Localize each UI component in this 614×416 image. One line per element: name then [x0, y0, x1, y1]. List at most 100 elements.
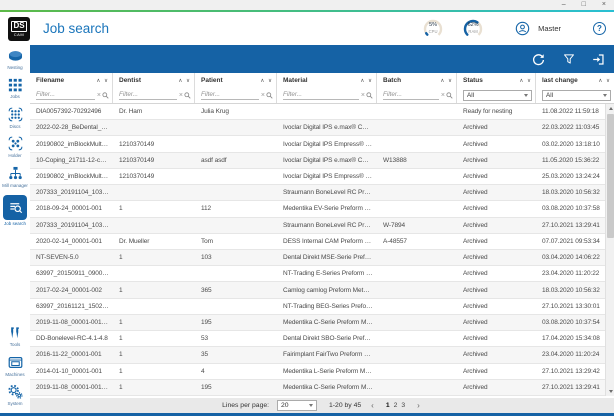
filter-input[interactable]: [201, 91, 259, 100]
window-titlebar: – □ ×: [0, 0, 614, 10]
filter-input[interactable]: [283, 91, 359, 100]
search-icon[interactable]: [184, 92, 191, 99]
cell-last_change: 27.10.2021 13:29:41: [536, 222, 614, 229]
sidebar-item-system[interactable]: System: [0, 384, 30, 407]
table-row[interactable]: 20190802_imBlockMulti_1-24-cr...12103701…: [30, 169, 614, 185]
sidebar-item-label: System: [7, 401, 22, 406]
app-window: – □ × DS CAM Job search 5% CPU: [0, 0, 614, 416]
cell-last_change: 17.04.2020 15:34:08: [536, 335, 614, 342]
search-icon[interactable]: [366, 92, 373, 99]
table-row[interactable]: 2018-09-24_00001-0011112Medentika EV-Ser…: [30, 201, 614, 217]
table-row[interactable]: 207333_20191104_1039_Batur-_S...Strauman…: [30, 185, 614, 201]
search-icon[interactable]: [102, 92, 109, 99]
table-row[interactable]: 63997_20161121_1502_Erhard_B...NT-Tradin…: [30, 299, 614, 315]
sidebar-item-holder[interactable]: Holder: [0, 136, 30, 159]
table-row[interactable]: 207333_20191104_1039_Batur-_S...Strauman…: [30, 218, 614, 234]
sort-icons[interactable]: ∧ ∨: [360, 78, 373, 84]
close-button[interactable]: ×: [602, 0, 606, 10]
filter-icon[interactable]: [561, 52, 576, 67]
cell-status: Archived: [457, 319, 536, 326]
column-label: Batch: [383, 77, 440, 84]
cell-material: Medentika L-Serie Preform Metallic D...: [277, 368, 377, 375]
cell-last_change: 18.03.2020 10:56:32: [536, 287, 614, 294]
table-row[interactable]: 2022-02-28_BeDental_Busch__00...Ivoclar …: [30, 120, 614, 136]
sidebar-item-jobs[interactable]: Jobs: [0, 77, 30, 100]
filter-input[interactable]: [119, 91, 177, 100]
search-icon[interactable]: [446, 92, 453, 99]
sort-icons[interactable]: ∧ ∨: [96, 78, 109, 84]
table-row[interactable]: 2020-02-14_00001-001Dr. MuellerTomDESS I…: [30, 234, 614, 250]
clear-filter-icon[interactable]: ×: [361, 92, 365, 99]
cell-filename: 2018-09-24_00001-001: [30, 205, 113, 212]
cell-dentist: 1: [113, 384, 195, 391]
nesting-icon: [7, 47, 23, 63]
sidebar-item-discs[interactable]: Discs: [0, 106, 30, 129]
cell-status: Archived: [457, 205, 536, 212]
table-row[interactable]: DIA0057392-70292496Dr. HamJulia KrugRead…: [30, 104, 614, 120]
table-row[interactable]: 2014-01-10_00001-00114Medentika L-Serie …: [30, 364, 614, 380]
table-row[interactable]: NT-SEVEN-5.01103Dental Direkt MSE-Serie …: [30, 250, 614, 266]
cell-status: Archived: [457, 157, 536, 164]
sidebar-item-job-search[interactable]: Job search: [0, 195, 30, 227]
sidebar-item-machines[interactable]: Machines: [0, 354, 30, 377]
sidebar-item-tools[interactable]: Tools: [0, 325, 30, 348]
scroll-up-icon[interactable]: [606, 104, 614, 113]
page-button-2[interactable]: 2: [392, 402, 400, 409]
clear-filter-icon[interactable]: ×: [179, 92, 183, 99]
next-page-button[interactable]: ›: [415, 401, 422, 410]
column-header-last_change: last change∧ ∨: [536, 73, 614, 88]
clear-filter-icon[interactable]: ×: [261, 92, 265, 99]
sort-icons[interactable]: ∧ ∨: [178, 78, 191, 84]
cell-material: Fairimplant FairTwo Preform Metallic ...: [277, 351, 377, 358]
table-row[interactable]: 10-Coping_21711-12-coping1210370149asdf …: [30, 153, 614, 169]
cell-patient: 4: [195, 368, 277, 375]
scrollbar-thumb[interactable]: [607, 114, 614, 238]
sort-icons[interactable]: ∧ ∨: [440, 78, 453, 84]
filter-select[interactable]: All: [463, 90, 532, 101]
clear-filter-icon[interactable]: ×: [441, 92, 445, 99]
lines-per-page-select[interactable]: 20: [277, 400, 317, 411]
page-button-1[interactable]: 1: [384, 402, 392, 409]
column-header-filename: Filename∧ ∨: [30, 73, 113, 88]
cell-status: Archived: [457, 189, 536, 196]
cell-dentist: 1210370149: [113, 173, 195, 180]
help-icon[interactable]: ?: [593, 22, 606, 35]
cell-dentist: 1: [113, 351, 195, 358]
minimize-button[interactable]: –: [562, 0, 566, 10]
table-row[interactable]: 2016-11-22_00001-001135Fairimplant FairT…: [30, 347, 614, 363]
cell-dentist: Dr. Mueller: [113, 238, 195, 245]
table-row[interactable]: 2017-02-24_00001-0021365Camlog camlog Pr…: [30, 282, 614, 298]
vertical-scrollbar[interactable]: [605, 104, 614, 396]
table-row[interactable]: 2019-11-08_00001-001_4.1-Caml...1195Mede…: [30, 315, 614, 331]
filter-select[interactable]: All: [542, 90, 611, 101]
sidebar-item-mill-manager[interactable]: Mill manager: [0, 165, 30, 188]
scroll-down-icon[interactable]: [606, 387, 614, 396]
sort-icons[interactable]: ∧ ∨: [598, 78, 611, 84]
cell-last_change: 03.02.2020 13:18:10: [536, 141, 614, 148]
sort-icons[interactable]: ∧ ∨: [519, 78, 532, 84]
page-button-3[interactable]: 3: [399, 402, 407, 409]
cell-batch: W13888: [377, 157, 457, 164]
cpu-gauge: 5% CPU: [421, 17, 445, 41]
user-account-icon[interactable]: [515, 21, 530, 36]
clear-filter-icon[interactable]: ×: [97, 92, 101, 99]
filter-input[interactable]: [36, 91, 95, 100]
refresh-icon[interactable]: [531, 52, 546, 67]
sort-icons[interactable]: ∧ ∨: [260, 78, 273, 84]
pagination-bar: Lines per page: 20 1-20 by 45 ‹ 123 ›: [30, 398, 614, 413]
prev-page-button[interactable]: ‹: [369, 401, 376, 410]
search-icon[interactable]: [266, 92, 273, 99]
table-row[interactable]: DD-Bonelevel-RC-4.1-4.8153Dental Direkt …: [30, 331, 614, 347]
system-icon: [7, 384, 23, 400]
column-label: Dentist: [119, 77, 178, 84]
dscam-logo: DS CAM: [8, 17, 30, 41]
table-row[interactable]: 2019-11-08_00001-001_4.1-Caml...1195Mede…: [30, 380, 614, 396]
exit-icon[interactable]: [591, 52, 606, 67]
table-row[interactable]: 20190802_imBlockMulti_1-24-cr...12103701…: [30, 136, 614, 152]
sidebar-item-nesting[interactable]: Nesting: [0, 47, 30, 70]
filter-input[interactable]: [383, 91, 439, 100]
maximize-button[interactable]: □: [582, 0, 586, 10]
cell-batch: A-48557: [377, 238, 457, 245]
cell-last_change: 22.03.2022 11:03:45: [536, 124, 614, 131]
table-row[interactable]: 63997_20150911_0900_Blau_0NT-Trading E-S…: [30, 266, 614, 282]
